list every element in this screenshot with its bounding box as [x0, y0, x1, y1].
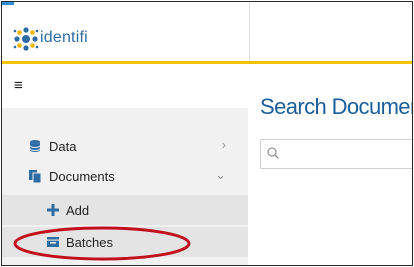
- chevron-right-icon: ›: [221, 137, 226, 152]
- search-icon: [267, 147, 279, 159]
- sidebar-item-label: Add: [66, 203, 90, 218]
- header-divider: [249, 2, 250, 61]
- app-window: identifi ≡ Data › Documents ⌄ Add Batche…: [1, 1, 413, 266]
- search-input[interactable]: [260, 139, 412, 169]
- identifi-logo-icon[interactable]: [12, 25, 40, 53]
- sidebar-item-documents[interactable]: Documents ⌄: [2, 161, 248, 191]
- chevron-down-icon: ⌄: [215, 167, 226, 182]
- annotation-ellipse: [13, 226, 191, 261]
- plus-icon: [47, 204, 59, 216]
- documents-icon: [29, 170, 42, 183]
- sidebar-item-label: Documents: [49, 169, 115, 184]
- sidebar-header: ≡: [2, 64, 248, 108]
- sidebar-item-label: Data: [49, 139, 77, 154]
- top-bar: identifi: [2, 2, 412, 64]
- database-icon: [29, 140, 41, 152]
- page-title: Search Documents: [260, 94, 412, 119]
- sidebar-item-data[interactable]: Data ›: [2, 131, 248, 161]
- sidebar-item-add[interactable]: Add: [2, 195, 248, 225]
- top-accent-strip: [2, 2, 14, 5]
- hamburger-menu-icon[interactable]: ≡: [14, 78, 23, 93]
- brand-name: identifi: [40, 29, 88, 46]
